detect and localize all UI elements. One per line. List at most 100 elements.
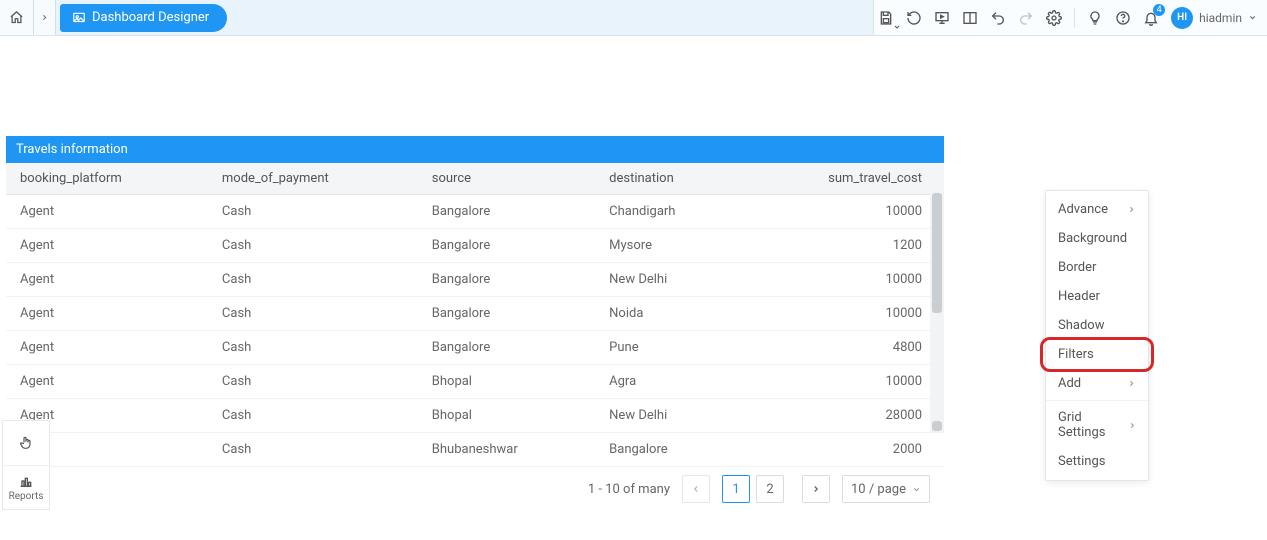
settings-gear-button[interactable] [1042, 6, 1066, 30]
refresh-button[interactable] [902, 6, 926, 30]
page-size-label: 10 / page [851, 482, 906, 497]
top-actions: 4 HI hiadmin [873, 0, 1267, 35]
table-cell: Agent [6, 229, 208, 263]
table-cell: 10000 [742, 195, 944, 229]
grid-widget: Travels information booking_platform mod… [6, 136, 944, 503]
notification-count-badge: 4 [1153, 4, 1165, 16]
context-menu-item-label: Background [1058, 231, 1127, 246]
context-menu-item[interactable]: Border [1046, 253, 1148, 282]
table-cell: Bangalore [418, 195, 595, 229]
page-number-button[interactable]: 2 [756, 475, 784, 503]
context-menu-item-label: Advance [1058, 202, 1108, 217]
context-menu-item[interactable]: Filters [1046, 340, 1148, 369]
table-cell: Agent [6, 297, 208, 331]
table-row[interactable]: AgentCashBangaloreNew Delhi10000 [6, 263, 944, 297]
dashboard-icon [72, 11, 86, 25]
context-menu-item-label: Filters [1058, 347, 1094, 362]
table-cell: Cash [208, 433, 418, 467]
context-menu-item-label: Settings [1058, 454, 1105, 469]
table-cell: 4800 [742, 331, 944, 365]
user-name-label: hiadmin [1199, 11, 1242, 25]
home-button[interactable] [0, 0, 34, 35]
next-page-button[interactable] [802, 475, 830, 503]
undo-button[interactable] [986, 6, 1010, 30]
table-cell: Bangalore [595, 433, 742, 467]
record-range-label: 1 - 10 of many [588, 482, 670, 497]
context-menu-item[interactable]: Shadow [1046, 311, 1148, 340]
column-header[interactable]: mode_of_payment [208, 163, 418, 195]
notifications-button[interactable]: 4 [1139, 6, 1163, 30]
table-cell: Cash [208, 365, 418, 399]
chevron-down-icon [1248, 13, 1257, 22]
table-cell: Mysore [595, 229, 742, 263]
gear-icon [1046, 10, 1062, 26]
top-bar: Dashboard Designer [0, 0, 1267, 36]
table-cell: Bangalore [418, 297, 595, 331]
dock-touch-button[interactable] [3, 421, 49, 465]
context-menu-item[interactable]: Add [1046, 369, 1148, 398]
table-cell: New Delhi [595, 263, 742, 297]
hand-pointer-icon [18, 435, 34, 451]
grid-title: Travels information [6, 136, 944, 163]
divider [1074, 8, 1075, 28]
breadcrumb-current[interactable]: Dashboard Designer [60, 4, 227, 32]
chevron-right-icon [1128, 421, 1136, 430]
table-row[interactable]: AgentCashBangaloreNoida10000 [6, 297, 944, 331]
bar-chart-icon [18, 473, 34, 489]
table-cell: Bhopal [418, 365, 595, 399]
context-menu-item[interactable]: Advance [1046, 195, 1148, 224]
page-number-button[interactable]: 1 [722, 475, 750, 503]
home-icon [9, 10, 24, 25]
column-header[interactable]: destination [595, 163, 742, 195]
grid-footer: 1 - 10 of many 12 10 / page [6, 467, 944, 503]
table-row[interactable]: AgentCashBhopalAgra10000 [6, 365, 944, 399]
table-cell: New Delhi [595, 399, 742, 433]
context-menu: Advance Background BorderHeader Shadow Filte… [1045, 190, 1149, 481]
scrollbar[interactable] [930, 191, 944, 433]
help-icon [1115, 10, 1131, 26]
table-cell: Noida [595, 297, 742, 331]
table-cell: Pune [595, 331, 742, 365]
table-row[interactable]: AgentCashBangalorePune4800 [6, 331, 944, 365]
table-cell: 10000 [742, 365, 944, 399]
context-menu-item[interactable]: Background [1046, 224, 1148, 253]
user-menu[interactable]: HI hiadmin [1167, 7, 1257, 29]
context-menu-item-label: Add [1058, 376, 1081, 391]
page-size-select[interactable]: 10 / page [842, 475, 930, 503]
context-menu-item-label: Shadow [1058, 318, 1104, 333]
column-header[interactable]: sum_travel_cost [742, 163, 944, 195]
help-button[interactable] [1111, 6, 1135, 30]
table-cell: Bhubaneshwar [418, 433, 595, 467]
chevron-right-icon [811, 484, 821, 494]
column-header[interactable]: source [418, 163, 595, 195]
table-header-row: booking_platform mode_of_payment source … [6, 163, 944, 195]
table-cell: Cash [208, 229, 418, 263]
context-menu-item[interactable]: Header [1046, 282, 1148, 311]
column-header[interactable]: booking_platform [6, 163, 208, 195]
split-view-button[interactable] [958, 6, 982, 30]
context-menu-item[interactable]: Settings [1046, 447, 1148, 476]
table-cell: Bangalore [418, 331, 595, 365]
context-menu-item[interactable]: Grid Settings [1046, 400, 1148, 447]
table-row[interactable]: CashBhubaneshwarBangalore2000 [6, 433, 944, 467]
table-row[interactable]: AgentCashBangaloreChandigarh10000 [6, 195, 944, 229]
table-cell: 28000 [742, 399, 944, 433]
table-cell: Agent [6, 195, 208, 229]
table-row[interactable]: AgentCashBangaloreMysore1200 [6, 229, 944, 263]
chevron-down-icon [912, 485, 921, 494]
prev-page-button[interactable] [682, 475, 710, 503]
table-row[interactable]: AgentCashBhopalNew Delhi28000 [6, 399, 944, 433]
table-cell: Chandigarh [595, 195, 742, 229]
table-cell: Bangalore [418, 263, 595, 297]
table-cell: Agra [595, 365, 742, 399]
table-cell: Cash [208, 331, 418, 365]
redo-button[interactable] [1014, 6, 1038, 30]
save-dropdown-button[interactable] [874, 6, 898, 30]
table-cell: Agent [6, 331, 208, 365]
present-button[interactable] [930, 6, 954, 30]
dock-reports-label: Reports [9, 491, 44, 502]
hint-button[interactable] [1083, 6, 1107, 30]
dock-reports-button[interactable]: Reports [3, 465, 49, 509]
table-cell: Agent [6, 365, 208, 399]
breadcrumb-separator [34, 0, 56, 35]
